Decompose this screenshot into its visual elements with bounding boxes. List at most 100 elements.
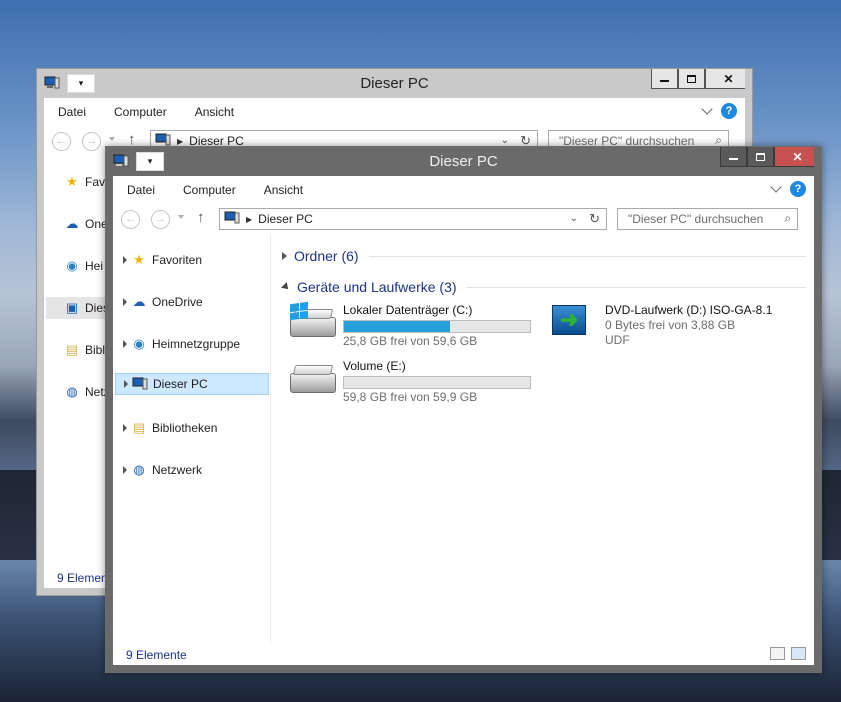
sidebar-item-label: Netzwerk <box>152 463 203 477</box>
details-view-icon[interactable] <box>770 647 785 660</box>
libraries-icon: ▤ <box>132 420 146 435</box>
homegroup-icon: ◉ <box>66 258 78 273</box>
help-icon[interactable]: ? <box>790 181 806 197</box>
group-title: Geräte und Laufwerke (3) <box>297 279 457 295</box>
back-titlebar[interactable]: ▾ Dieser PC ✕ <box>37 69 752 98</box>
drive-name: Volume (E:) <box>343 359 406 373</box>
star-icon: ★ <box>66 174 78 189</box>
sidebar-item-onedrive[interactable]: ☁ OneDrive <box>115 291 269 313</box>
group-header-drives[interactable]: Geräte und Laufwerke (3) <box>281 277 806 297</box>
refresh-icon[interactable]: ↻ <box>589 211 600 227</box>
search-icon[interactable]: ⌕ <box>784 211 791 226</box>
status-bar: 9 Elemente <box>113 643 814 665</box>
breadcrumb-arrow-icon[interactable]: ▶ <box>246 215 252 224</box>
computer-icon <box>224 211 240 227</box>
content-pane: Ordner (6) Geräte und Laufwerke (3) Loka… <box>272 235 814 643</box>
recent-locations-icon[interactable] <box>178 215 184 219</box>
maximize-icon <box>687 74 696 83</box>
tab-datei[interactable]: Datei <box>113 183 169 197</box>
minimize-icon <box>660 79 669 82</box>
expanded-arrow-icon[interactable] <box>281 282 291 292</box>
sidebar-item-homegroup[interactable]: ◉ Heimnetzgruppe <box>115 333 269 355</box>
forward-button[interactable]: → <box>151 210 170 229</box>
sidebar-item-label: Fav <box>85 175 106 189</box>
drive-e[interactable]: Volume (E:) 59,8 GB frei von 59,9 GB <box>288 359 531 404</box>
sidebar-item-favorites[interactable]: ★ Favoriten <box>115 249 269 271</box>
group-header-folders[interactable]: Ordner (6) <box>282 246 806 266</box>
onedrive-icon: ☁ <box>132 294 146 309</box>
front-explorer-window[interactable]: ▾ Dieser PC ✕ Datei Computer Ansicht ? ←… <box>105 146 822 673</box>
close-button[interactable]: ✕ <box>705 69 752 89</box>
search-placeholder: "Dieser PC" durchsuchen <box>628 212 764 226</box>
computer-icon: ▣ <box>65 300 79 315</box>
large-icons-view-icon[interactable] <box>791 647 806 660</box>
back-button[interactable]: ← <box>121 210 140 229</box>
address-bar[interactable]: ▶ Dieser PC ⌄ ↻ <box>219 208 607 230</box>
libraries-icon: ▤ <box>65 342 79 357</box>
expand-arrow-icon[interactable] <box>123 340 127 348</box>
system-drive-icon <box>288 301 338 343</box>
sidebar-item-label: Dieser PC <box>153 377 208 391</box>
sidebar-item-label: Bibl <box>85 343 106 357</box>
sidebar-item-label: Bibliotheken <box>152 421 218 435</box>
tab-datei[interactable]: Datei <box>44 105 100 119</box>
sidebar-item-libraries[interactable]: ▤ Bibliotheken <box>115 417 269 439</box>
close-icon: ✕ <box>723 71 734 86</box>
drive-usage-bar <box>343 320 531 333</box>
tab-ansicht[interactable]: Ansicht <box>181 105 248 119</box>
window-title: Dieser PC <box>360 75 429 92</box>
expand-arrow-icon[interactable] <box>124 380 128 388</box>
drive-d[interactable]: ➜ DVD-Laufwerk (D:) ISO-GA-8.1 0 Bytes f… <box>550 303 772 347</box>
star-icon: ★ <box>133 252 145 267</box>
help-icon[interactable]: ? <box>721 103 737 119</box>
expand-arrow-icon[interactable] <box>123 256 127 264</box>
drive-free-space: 0 Bytes frei von 3,88 GB <box>605 318 736 332</box>
onedrive-icon: ☁ <box>65 216 79 231</box>
sidebar-item-label: Hei <box>85 259 104 273</box>
expand-arrow-icon[interactable] <box>123 466 127 474</box>
drive-filesystem: UDF <box>605 333 630 347</box>
up-button[interactable]: ↑ <box>197 209 205 226</box>
homegroup-icon: ◉ <box>133 336 145 351</box>
back-button[interactable]: ← <box>52 132 71 151</box>
drive-c[interactable]: Lokaler Datenträger (C:) 25,8 GB frei vo… <box>288 301 531 348</box>
drive-name: Lokaler Datenträger (C:) <box>343 303 473 317</box>
sidebar-item-label: Heimnetzgruppe <box>152 337 241 351</box>
breadcrumb-arrow-icon[interactable]: ▶ <box>177 137 183 146</box>
ribbon-tabs: Datei Computer Ansicht ? <box>113 176 814 203</box>
minimize-button[interactable] <box>720 147 747 167</box>
expand-arrow-icon[interactable] <box>123 424 127 432</box>
drive-free-space: 59,8 GB frei von 59,9 GB <box>343 390 478 404</box>
tab-ansicht[interactable]: Ansicht <box>250 183 317 197</box>
maximize-button[interactable] <box>678 69 705 89</box>
search-input[interactable]: "Dieser PC" durchsuchen ⌕ <box>617 208 798 230</box>
group-divider <box>368 255 806 257</box>
collapsed-arrow-icon[interactable] <box>282 252 287 260</box>
recent-locations-icon[interactable] <box>109 137 115 141</box>
minimize-button[interactable] <box>651 69 678 89</box>
dvd-drive-icon: ➜ <box>550 303 600 343</box>
item-count: 9 Elemente <box>126 648 187 662</box>
close-button[interactable]: ✕ <box>774 147 821 167</box>
sidebar-item-network[interactable]: ◍ Netzwerk <box>115 459 269 481</box>
group-divider <box>466 286 806 288</box>
address-row: ← → ↑ ▶ Dieser PC ⌄ ↻ "Dieser PC" durchs… <box>113 203 814 235</box>
network-icon: ◍ <box>133 462 145 477</box>
sidebar-item-this-pc[interactable]: Dieser PC <box>115 373 269 395</box>
address-dropdown-icon[interactable]: ⌄ <box>501 135 509 146</box>
address-dropdown-icon[interactable]: ⌄ <box>570 213 578 224</box>
drive-usage-fill <box>344 321 451 332</box>
tab-computer[interactable]: Computer <box>100 105 181 119</box>
group-title: Ordner (6) <box>294 248 359 264</box>
breadcrumb[interactable]: Dieser PC <box>258 212 313 226</box>
expand-ribbon-icon[interactable] <box>770 181 782 193</box>
expand-ribbon-icon[interactable] <box>701 103 713 115</box>
drive-free-space: 25,8 GB frei von 59,6 GB <box>343 334 478 348</box>
sidebar-item-label: Favoriten <box>152 253 203 267</box>
tab-computer[interactable]: Computer <box>169 183 250 197</box>
forward-button[interactable]: → <box>82 132 101 151</box>
expand-arrow-icon[interactable] <box>123 298 127 306</box>
front-titlebar[interactable]: ▾ Dieser PC ✕ <box>106 147 821 176</box>
maximize-button[interactable] <box>747 147 774 167</box>
navigation-pane: ★ Favoriten ☁ OneDrive ◉ Heimnetzgruppe … <box>113 235 271 643</box>
